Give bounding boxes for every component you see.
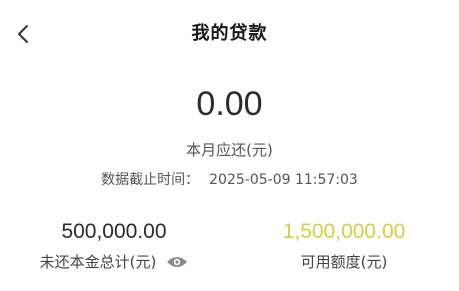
eye-icon [167, 257, 188, 267]
available-credit-block: 1,500,000.00 可用额度(元) [234, 218, 454, 272]
outstanding-principal-label: 未还本金总计(元) [39, 253, 157, 271]
outstanding-principal-block: 500,000.00 未还本金总计(元) [4, 218, 224, 272]
page-title: 我的贷款 [191, 23, 268, 44]
available-credit-label: 可用额度(元) [300, 253, 388, 271]
monthly-due-amount: 0.00 [196, 85, 263, 123]
data-cutoff-row: 数据截止时间： 2025-05-09 11:57:03 [0, 170, 459, 190]
available-credit-label-row: 可用额度(元) [234, 252, 454, 272]
cutoff-label: 数据截止时间： [101, 172, 200, 188]
available-credit-value: 1,500,000.00 [282, 220, 406, 243]
cutoff-time: 2025-05-09 11:57:03 [209, 172, 358, 188]
outstanding-principal-label-row: 未还本金总计(元) [4, 252, 224, 272]
monthly-due-label: 本月应还(元) [186, 141, 273, 159]
outstanding-principal-value: 500,000.00 [61, 220, 167, 243]
toggle-visibility-button[interactable] [166, 255, 188, 269]
loan-page: 我的贷款 0.00 本月应还(元) 数据截止时间： 2025-05-09 11:5… [0, 0, 459, 291]
